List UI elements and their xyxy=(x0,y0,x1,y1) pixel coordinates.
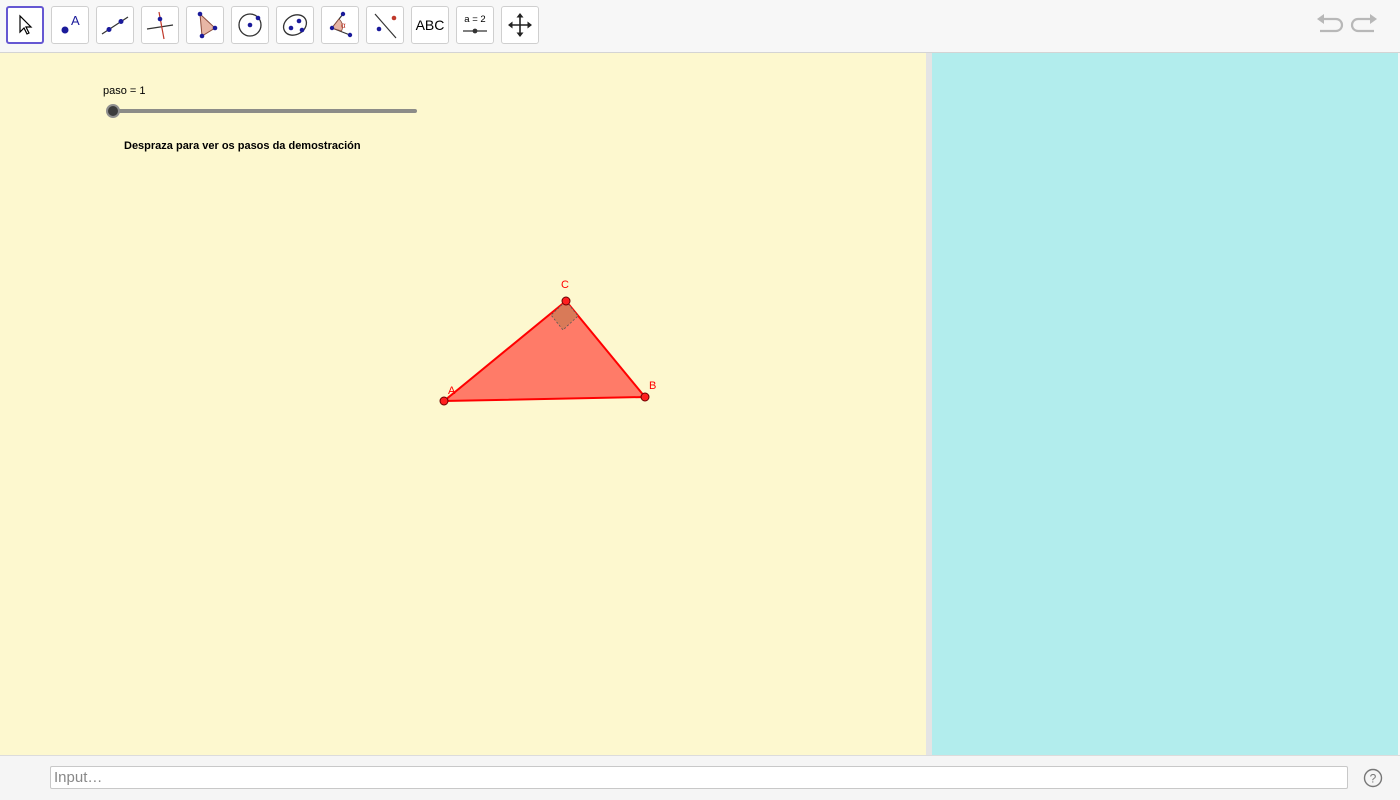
point-c-label: C xyxy=(561,279,569,291)
point-icon: A xyxy=(61,13,80,34)
help-icon[interactable]: ? xyxy=(1363,768,1383,788)
polygon-icon xyxy=(197,11,218,39)
move-tool[interactable] xyxy=(6,6,44,44)
graphics-view-2[interactable] xyxy=(932,53,1398,755)
angle-tool[interactable]: α xyxy=(321,6,359,44)
slider-icon: a = 2 xyxy=(463,14,487,34)
reflect-tool[interactable] xyxy=(366,6,404,44)
line-through-two-points-icon xyxy=(101,16,129,35)
point-c[interactable] xyxy=(561,296,571,306)
redo-icon[interactable] xyxy=(1350,12,1380,40)
text-tool[interactable]: ABC xyxy=(411,6,449,44)
move-graphics-view-tool[interactable] xyxy=(501,6,539,44)
polygon-tool[interactable] xyxy=(186,6,224,44)
geometry-canvas: A B C xyxy=(439,279,656,406)
slider-tool-label: a = 2 xyxy=(464,14,485,25)
point-a[interactable] xyxy=(439,396,449,406)
point-b-label: B xyxy=(649,380,656,392)
circle-tool[interactable] xyxy=(231,6,269,44)
toolbar: A α ABC a = 2 xyxy=(0,0,1400,53)
triangle-abc[interactable] xyxy=(441,299,648,403)
slider-tool[interactable]: a = 2 xyxy=(456,6,494,44)
point-a-label: A xyxy=(448,385,456,397)
line-tool[interactable] xyxy=(96,6,134,44)
reflect-about-line-icon xyxy=(374,13,397,39)
input-field[interactable] xyxy=(50,766,1348,789)
arrow-cursor-icon xyxy=(19,14,33,35)
angle-tool-label: α xyxy=(341,21,346,30)
point-tool-label: A xyxy=(71,13,80,28)
perpendicular-line-tool[interactable] xyxy=(141,6,179,44)
angle-icon: α xyxy=(329,11,353,38)
move-graphics-view-icon xyxy=(508,13,532,37)
input-bar: ? xyxy=(0,755,1400,800)
svg-text:?: ? xyxy=(1370,772,1377,786)
graphics-view[interactable]: paso = 1 Despraza para ver os pasos da d… xyxy=(0,53,926,755)
ellipse-tool[interactable] xyxy=(276,6,314,44)
circle-with-center-icon xyxy=(238,13,262,37)
undo-icon[interactable] xyxy=(1314,12,1344,40)
perpendicular-line-icon xyxy=(146,11,174,40)
ellipse-icon xyxy=(282,14,308,36)
text-tool-label: ABC xyxy=(415,17,445,33)
point-tool[interactable]: A xyxy=(51,6,89,44)
point-b[interactable] xyxy=(640,392,650,402)
